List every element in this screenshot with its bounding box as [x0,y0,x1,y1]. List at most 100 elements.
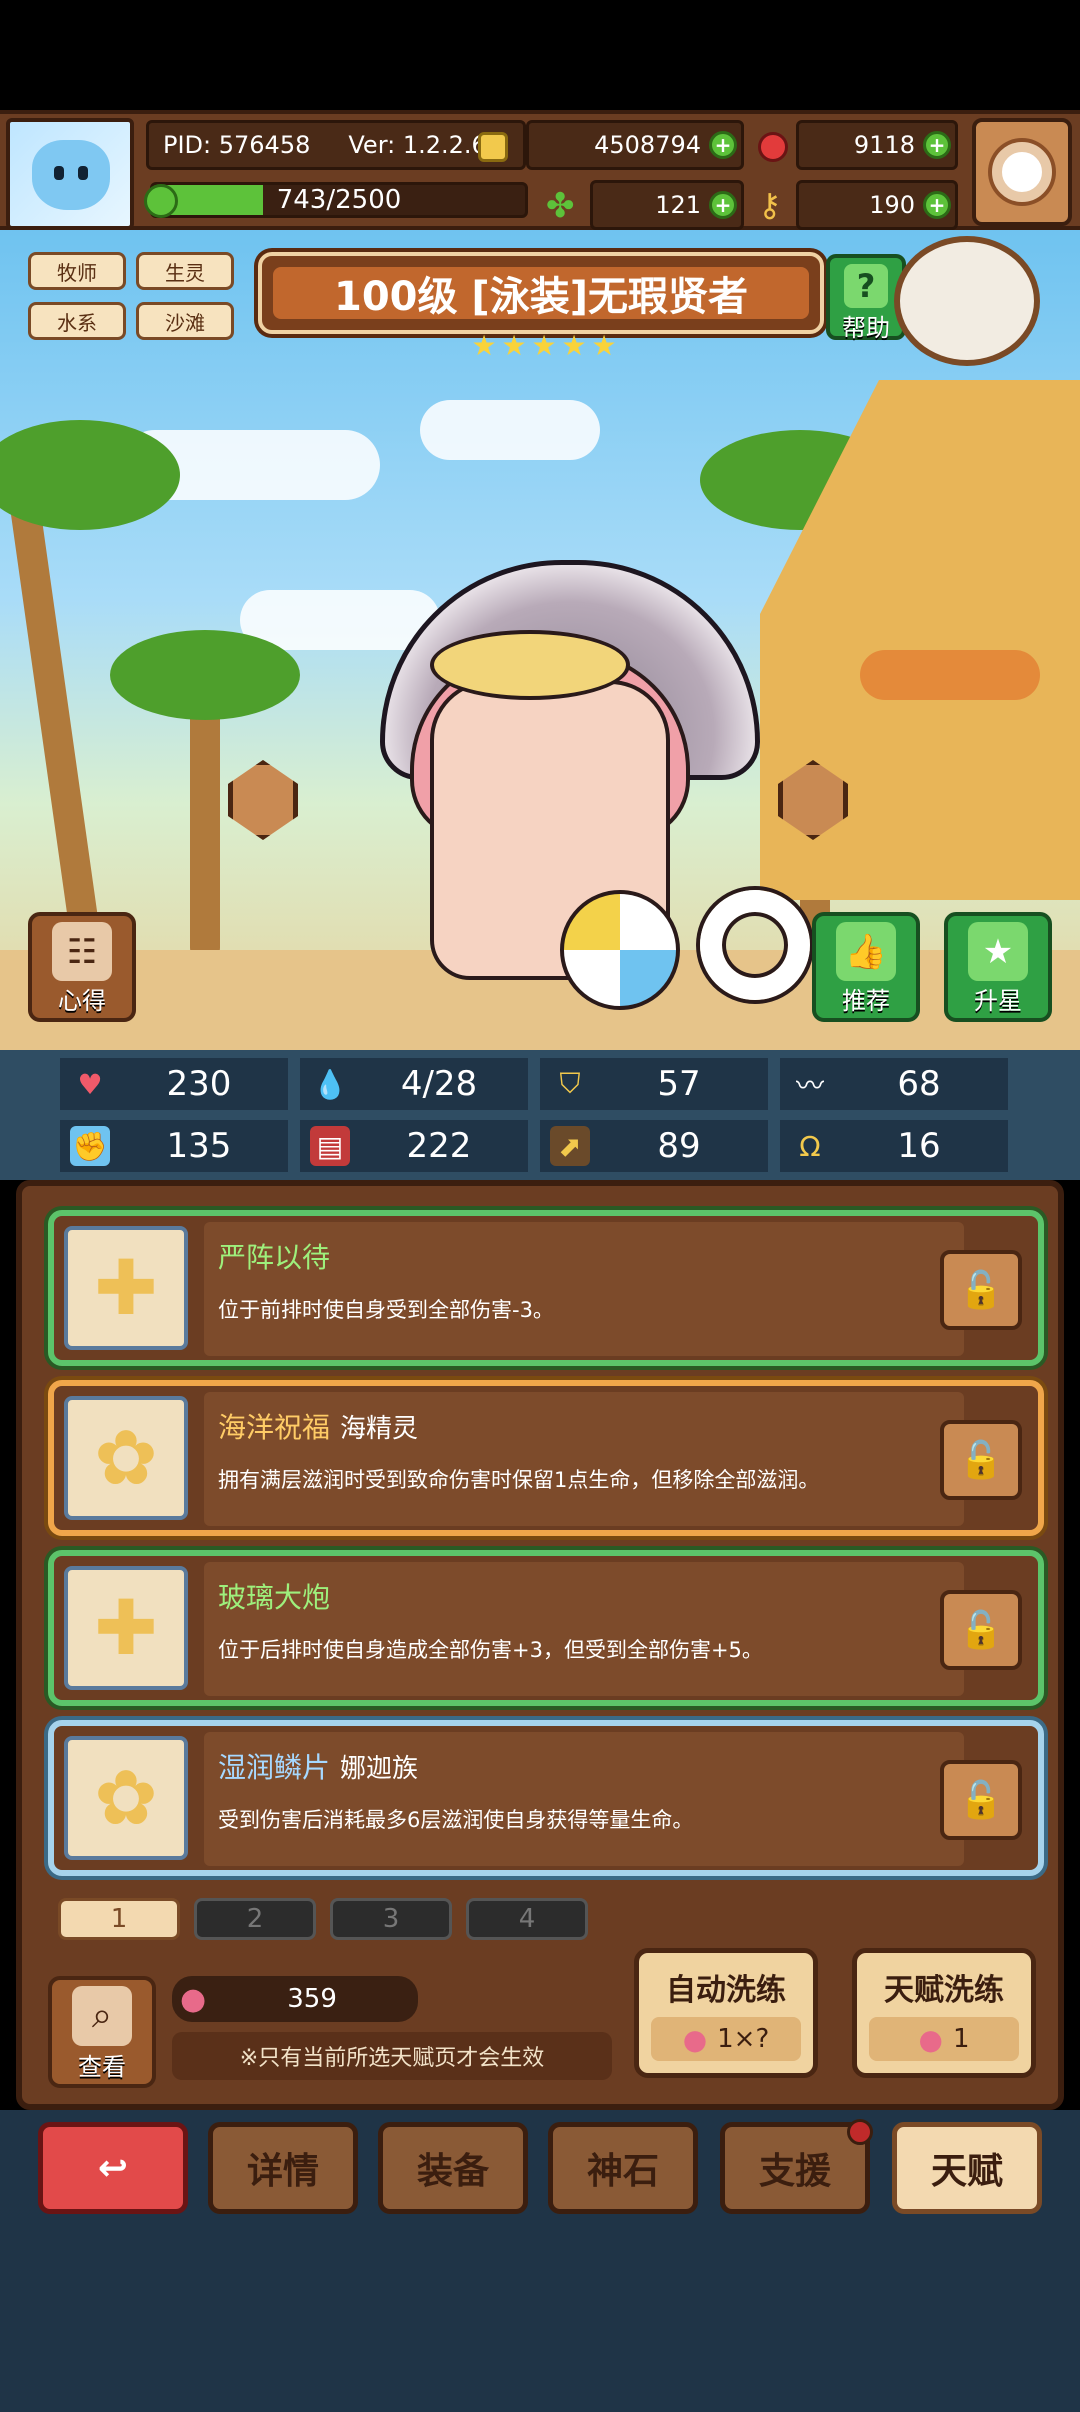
stat-luck: Ω 16 [780,1120,1008,1172]
auto-reroll-cost: ● 1×? [651,2017,801,2061]
talent-card[interactable]: ✿ 海洋祝福 海精灵 拥有满层滋润时受到致命伤害时保留1点生命，但移除全部滋润。 … [48,1380,1044,1536]
gold-value: 4508794 [594,131,701,159]
talent-title: 海洋祝福 海精灵 [218,1406,418,1446]
star-icon: ★ [471,329,497,362]
talent-page-tab-3[interactable]: 3 [330,1898,452,1940]
swim-ring [700,890,810,1000]
nav-talent[interactable]: 天赋 [892,2122,1042,2214]
palm-tree [5,470,105,970]
settings-button[interactable] [972,118,1072,226]
talent-card[interactable]: ✿ 湿润鳞片 娜迦族 受到伤害后消耗最多6层滋润使自身获得等量生命。 🔓 [48,1720,1044,1876]
lock-icon[interactable]: 🔓 [940,1420,1022,1500]
nav-details[interactable]: 详情 [208,2122,358,2214]
clover-counter: 121 + [590,180,744,230]
stat-defense: ⛉ 57 [540,1058,768,1110]
talent-title: 严阵以待 [218,1236,340,1276]
ruby-value: 9118 [853,131,915,159]
talent-reroll-cost-value: 1 [952,2024,970,2054]
add-gold-button[interactable]: + [709,131,737,159]
bottom-navigation: ↩ 详情 装备 神石 支援 天赋 [0,2110,1080,2412]
stat-moisture-value: 4/28 [400,1064,478,1104]
talent-reroll-button[interactable]: 天赋洗练 ● 1 [852,1948,1036,2078]
talent-race: 海精灵 [340,1414,419,1444]
stat-attack: ✊ 135 [60,1120,288,1172]
lock-icon[interactable]: 🔓 [940,1590,1022,1670]
lock-icon[interactable]: 🔓 [940,1760,1022,1840]
player-id: PID: 576458 [163,131,311,159]
peach-resource: ● 359 [172,1976,418,2022]
exp-leaf-icon [144,184,178,218]
nav-equipment[interactable]: 装备 [378,2122,528,2214]
talent-card[interactable]: ✚ 玻璃大炮 位于后排时使自身造成全部伤害+3，但受到全部伤害+5。 🔓 [48,1550,1044,1706]
stat-evasion: 〰 68 [780,1058,1008,1110]
ruby-counter: 9118 + [796,120,958,170]
star-icon: ★ [501,329,527,362]
talent-title: 湿润鳞片 娜迦族 [218,1746,418,1786]
lock-icon[interactable]: 🔓 [940,1250,1022,1330]
talent-page-note: ※只有当前所选天赋页才会生效 [172,2032,612,2080]
player-avatar[interactable] [6,118,134,230]
star-upgrade-label: 升星 [974,987,1022,1015]
peach-icon: ● [918,2022,943,2056]
nav-divine-stone[interactable]: 神石 [548,2122,698,2214]
notification-dot [847,2119,873,2145]
view-button[interactable]: ⌕ 查看 [48,1976,156,2088]
stat-moisture: 💧 4/28 [300,1058,528,1110]
nav-support[interactable]: 支援 [720,2119,873,2214]
peach-icon: ● [682,2022,708,2056]
exp-value: 743/2500 [276,185,402,215]
add-key-button[interactable]: + [923,191,951,219]
recommend-label: 推荐 [842,987,890,1015]
shield-icon: ⛉ [559,1067,581,1100]
star-upgrade-button[interactable]: ★ 升星 [944,912,1052,1022]
heart-icon: ♥ [77,1067,103,1101]
talent-body: 玻璃大炮 位于后排时使自身造成全部伤害+3，但受到全部伤害+5。 [204,1562,964,1696]
talent-body: 海洋祝福 海精灵 拥有满层滋润时受到致命伤害时保留1点生命，但移除全部滋润。 [204,1392,964,1526]
exp-bar: 743/2500 [150,182,528,218]
star-icon: ★ [531,329,557,362]
add-ruby-button[interactable]: + [923,131,951,159]
game-version: Ver: 1.2.2.6 [348,131,487,159]
talent-race: 娜迦族 [340,1754,419,1784]
add-clover-button[interactable]: + [709,191,737,219]
gear-icon [992,142,1052,202]
book-icon: ▤ [310,1126,350,1166]
auto-reroll-label: 自动洗练 [666,1973,786,2008]
recommend-button[interactable]: 👍 推荐 [812,912,920,1022]
clover-icon: ✤ [546,186,575,226]
talent-page-tab-4[interactable]: 4 [466,1898,588,1940]
wing-icon: 〰 [795,1069,824,1102]
stat-speed-value: 89 [657,1126,701,1166]
star-icon: ★ [968,922,1028,981]
talent-panel: ✚ 严阵以待 位于前排时使自身受到全部伤害-3。 🔓 ✿ 海洋祝福 海精灵 拥有满… [16,1180,1064,2110]
player-info-box: PID: 576458 Ver: 1.2.2.6 [146,120,526,170]
auto-reroll-button[interactable]: 自动洗练 ● 1×? [634,1948,818,2078]
back-button[interactable]: ↩ [38,2122,188,2214]
hero-title: 100级 [泳装]无瑕贤者 [273,267,809,320]
stat-evasion-value: 68 [897,1064,941,1104]
stat-health: ♥ 230 [60,1058,288,1110]
talent-description: 位于前排时使自身受到全部伤害-3。 [218,1298,554,1322]
talent-body: 湿润鳞片 娜迦族 受到伤害后消耗最多6层滋润使自身获得等量生命。 [204,1732,964,1866]
talent-description: 受到伤害后消耗最多6层滋润使自身获得等量生命。 [218,1808,694,1832]
stat-health-value: 230 [166,1064,232,1104]
boot-icon: ⬈ [550,1126,590,1166]
talent-card[interactable]: ✚ 严阵以待 位于前排时使自身受到全部伤害-3。 🔓 [48,1210,1044,1366]
talent-page-tab-1[interactable]: 1 [58,1898,180,1940]
key-counter: 190 + [796,180,958,230]
talent-name: 严阵以待 [218,1241,331,1274]
insight-button[interactable]: ☷ 心得 [28,912,136,1022]
fist-icon: ✊ [70,1126,110,1166]
hero-stats: ♥ 230 💧 4/28 ⛉ 57 〰 68 ✊ 135 ▤ 222 ⬈ 89 … [0,1050,1080,1180]
beach-ball [560,890,680,1010]
clover-value: 121 [655,191,701,219]
peach-count: 359 [287,1984,337,2014]
hero-tag-class: 牧师 [28,252,126,290]
talent-page-tabs: 1 2 3 4 [58,1898,588,1940]
talent-page-tab-2[interactable]: 2 [194,1898,316,1940]
talent-name: 海洋祝福 [218,1411,331,1444]
stat-defense-value: 57 [657,1064,701,1104]
horseshoe-icon: Ω [799,1129,821,1163]
nav-support-label: 支援 [758,2151,831,2192]
stat-magic: ▤ 222 [300,1120,528,1172]
